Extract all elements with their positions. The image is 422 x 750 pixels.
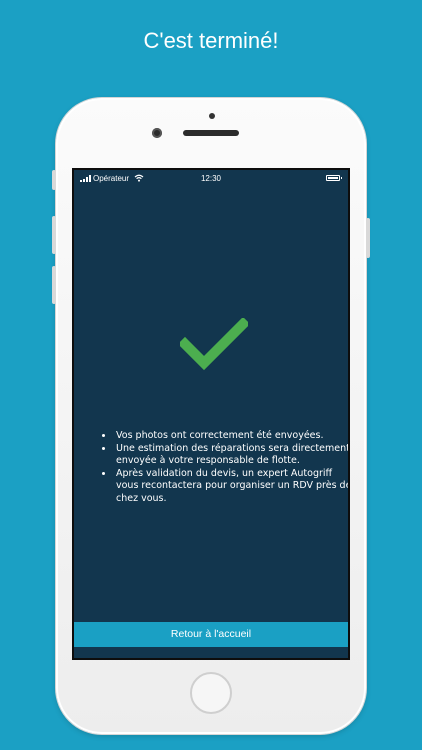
message-estimate: Une estimation des réparations sera dire…	[114, 443, 348, 468]
mute-switch	[52, 170, 56, 190]
message-photos-sent: Vos photos ont correctement été envoyées…	[114, 430, 348, 443]
checkmark-icon	[180, 318, 248, 371]
app-screen: Opérateur 12:30 Vos photos ont correctem…	[72, 168, 350, 660]
volume-down-button	[52, 266, 56, 304]
battery-icon	[326, 175, 342, 181]
volume-up-button	[52, 216, 56, 254]
earpiece-speaker	[183, 130, 239, 136]
phone-frame: Opérateur 12:30 Vos photos ont correctem…	[52, 98, 370, 734]
home-button[interactable]	[190, 672, 232, 714]
status-time: 12:30	[200, 174, 222, 183]
proximity-sensor	[209, 113, 215, 119]
front-camera	[152, 128, 162, 138]
message-expert-contact: Après validation du devis, un expert Aut…	[114, 468, 348, 506]
page-headline: C'est terminé!	[143, 28, 279, 53]
confirmation-messages: Vos photos ont correctement été envoyées…	[94, 430, 348, 506]
power-button	[366, 218, 370, 258]
back-to-home-button[interactable]: Retour à l'accueil	[74, 622, 348, 647]
status-bar: Opérateur 12:30	[74, 170, 348, 188]
